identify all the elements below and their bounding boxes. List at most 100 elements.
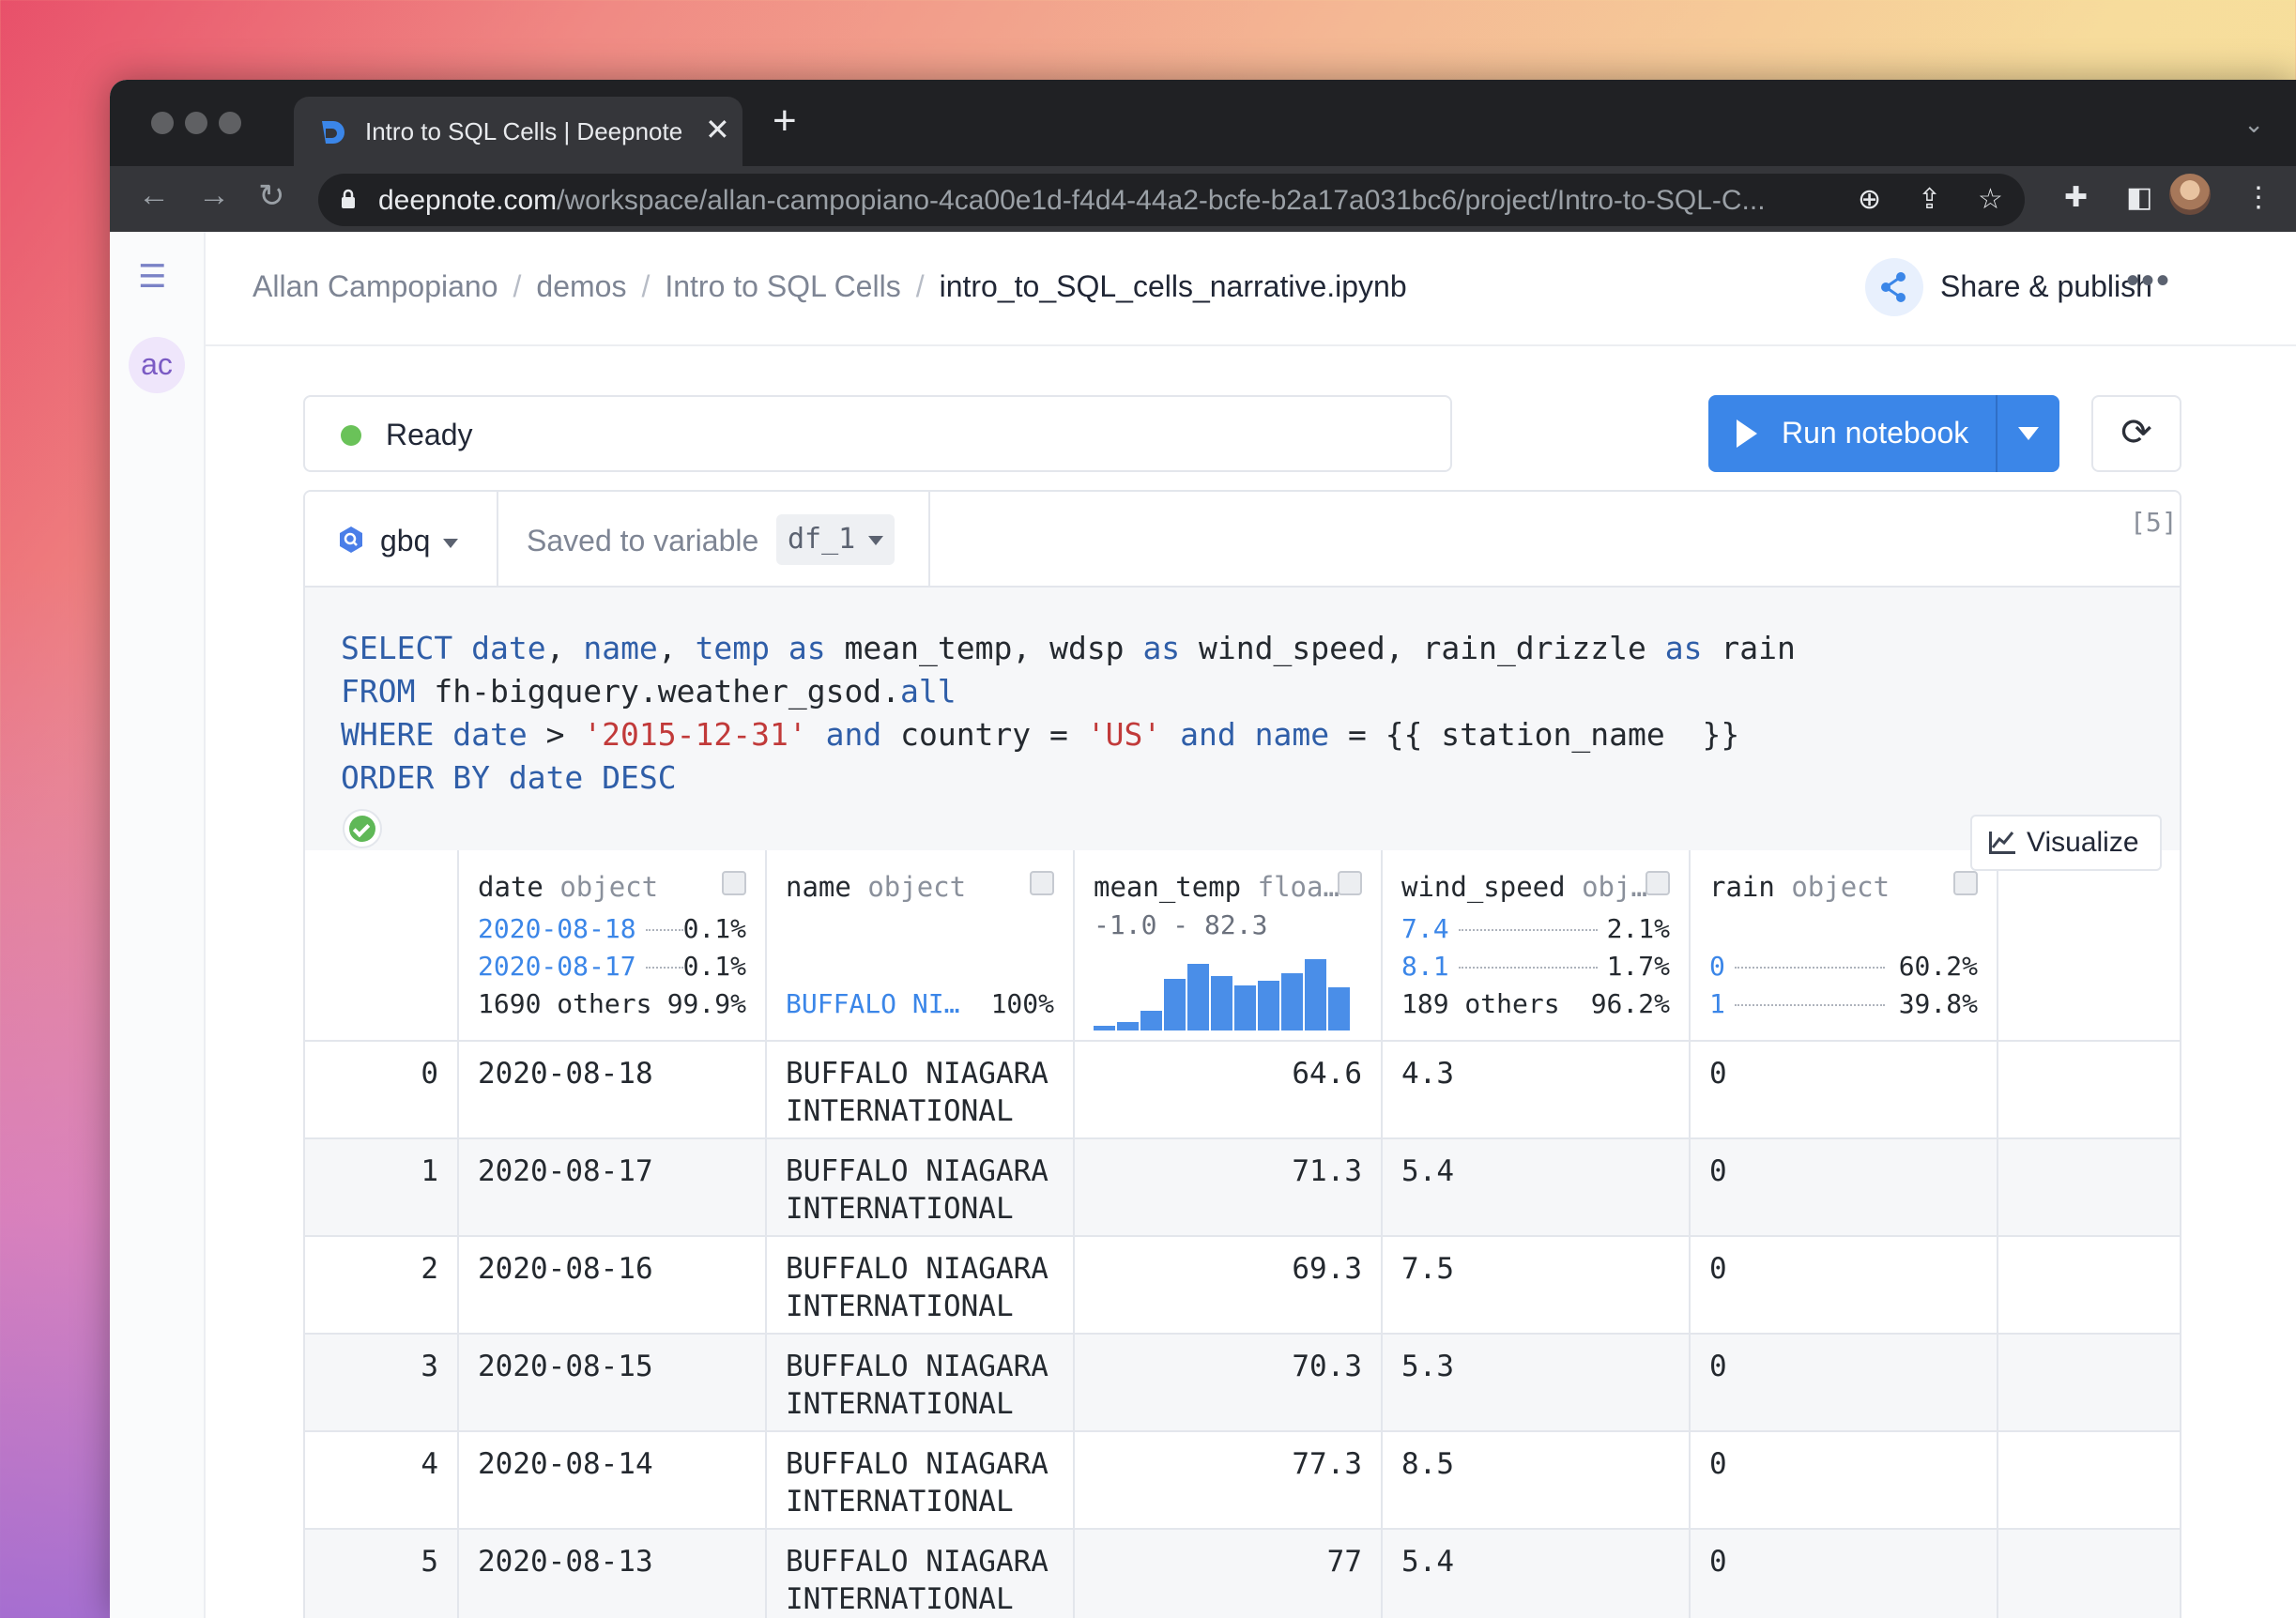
variable-name: df_1 [788, 523, 856, 556]
table-cell-rain: 0 [1689, 1530, 1997, 1618]
address-bar[interactable]: deepnote.com/workspace/allan-campopiano-… [318, 174, 2025, 226]
toolbar-divider [497, 492, 498, 588]
histogram-bar [1164, 979, 1186, 1030]
column-header-wind-speed[interactable]: wind_speed obj… 7.4 2.1% 8.1 1.7% 189 othe… [1381, 850, 1689, 1042]
cell-value: BUFFALO NIAGARA INTERNATIONAL [786, 1252, 1049, 1323]
visualize-button[interactable]: Visualize [1970, 815, 2162, 871]
profile-avatar-icon[interactable] [2169, 174, 2211, 215]
share-publish-button[interactable]: Share & publish [1940, 269, 2152, 304]
table-row[interactable]: 2 2020-08-16 BUFFALO NIAGARA INTERNATIONAL… [305, 1237, 2180, 1335]
table-cell-spacer [1997, 1237, 2180, 1335]
sql-cell-toolbar: gbq Saved to variable df_1 [5] [305, 492, 2180, 588]
breadcrumb-current-file: intro_to_SQL_cells_narrative.ipynb [939, 269, 1407, 303]
table-cell-date: 2020-08-18 [457, 1042, 765, 1139]
column-name: name object [786, 871, 967, 903]
table-cell-mean-temp: 77.3 [1073, 1432, 1381, 1530]
notebook-header: Allan Campopiano / demos / Intro to SQL Cell… [206, 232, 2296, 346]
window-minimize-dot[interactable] [185, 112, 207, 134]
column-menu-chevron-down-icon[interactable] [1953, 871, 1978, 895]
table-cell-mean-temp: 69.3 [1073, 1237, 1381, 1335]
table-row[interactable]: 3 2020-08-15 BUFFALO NIAGARA INTERNATIONAL… [305, 1335, 2180, 1432]
cell-value: 2 [421, 1252, 438, 1286]
extensions-icon[interactable]: ✚ [2064, 181, 2088, 214]
more-options-icon[interactable]: ••• [2126, 260, 2171, 302]
restart-kernel-button[interactable]: ⟳ [2091, 395, 2181, 472]
run-notebook-button[interactable]: Run notebook [1708, 395, 2059, 472]
cell-value: 8.5 [1401, 1447, 1454, 1481]
cell-value: 77 [1326, 1545, 1362, 1579]
histogram-bar [1328, 987, 1350, 1030]
cell-value: 69.3 [1292, 1252, 1362, 1286]
share-icon[interactable] [1865, 258, 1923, 316]
cell-value: 71.3 [1292, 1154, 1362, 1188]
bigquery-icon [340, 527, 362, 553]
column-menu-chevron-down-icon[interactable] [722, 871, 746, 895]
notebook-status-bar: Ready [303, 395, 1452, 472]
back-icon[interactable]: ← [138, 177, 170, 214]
cell-value: BUFFALO NIAGARA INTERNATIONAL [786, 1350, 1049, 1421]
cell-value: BUFFALO NIAGARA INTERNATIONAL [786, 1545, 1049, 1616]
window-close-dot[interactable] [151, 112, 174, 134]
browser-toolbar: ← → ↻ deepnote.com/workspace/allan-campo… [110, 166, 2296, 232]
breadcrumb-item-workspace[interactable]: Allan Campopiano [253, 269, 498, 303]
column-stat-row: 189 others 96.2% [1401, 988, 1670, 1019]
share-page-icon[interactable]: ⇪ [1918, 183, 1941, 216]
browser-menu-icon[interactable]: ⋮ [2244, 181, 2273, 214]
run-options-chevron-down-icon[interactable] [2018, 427, 2039, 440]
column-menu-chevron-down-icon[interactable] [1030, 871, 1054, 895]
chart-line-icon [1989, 832, 2015, 854]
mean-temp-histogram [1094, 959, 1350, 1030]
bookmark-star-icon[interactable]: ☆ [1978, 183, 2003, 216]
reload-icon[interactable]: ↻ [258, 177, 285, 215]
cell-value: 64.6 [1292, 1057, 1362, 1091]
window-zoom-dot[interactable] [219, 112, 241, 134]
deepnote-logo-icon [322, 121, 344, 144]
column-menu-chevron-down-icon[interactable] [1645, 871, 1670, 895]
table-cell-date: 2020-08-13 [457, 1530, 765, 1618]
sql-editor[interactable]: SELECT date, name, temp as mean_temp, wd… [305, 588, 2180, 850]
variable-name-selector[interactable]: df_1 [776, 514, 895, 565]
table-row[interactable]: 5 2020-08-13 BUFFALO NIAGARA INTERNATIONAL… [305, 1530, 2180, 1618]
table-cell-rain: 0 [1689, 1237, 1997, 1335]
breadcrumb-separator: / [513, 269, 522, 303]
column-header-date[interactable]: date object 2020-08-18 0.1% 2020-08-17 0.1… [457, 850, 765, 1042]
column-menu-chevron-down-icon[interactable] [1338, 871, 1362, 895]
column-header-spacer [1997, 850, 2180, 1042]
table-cell-mean-temp: 71.3 [1073, 1139, 1381, 1237]
connection-selector[interactable]: gbq [380, 524, 459, 558]
sidebar-toggle-icon[interactable]: ☰ [138, 258, 166, 296]
breadcrumb: Allan Campopiano / demos / Intro to SQL Cell… [253, 269, 1407, 304]
cell-value: 0 [1709, 1350, 1727, 1383]
new-tab-icon[interactable]: + [773, 100, 797, 142]
left-sidebar: ☰ ac [110, 232, 206, 1618]
column-range: -1.0 - 82.3 [1094, 909, 1268, 940]
cell-value: BUFFALO NIAGARA INTERNATIONAL [786, 1447, 1049, 1519]
column-header-mean-temp[interactable]: mean_temp floa… -1.0 - 82.3 [1073, 850, 1381, 1042]
table-cell-idx: 1 [305, 1139, 457, 1237]
table-cell-spacer [1997, 1432, 2180, 1530]
table-row[interactable]: 1 2020-08-17 BUFFALO NIAGARA INTERNATIONAL… [305, 1139, 2180, 1237]
tab-search-icon[interactable]: ⌄ [2243, 110, 2264, 139]
table-row[interactable]: 0 2020-08-18 BUFFALO NIAGARA INTERNATIONAL… [305, 1042, 2180, 1139]
forward-icon[interactable]: → [198, 177, 230, 214]
column-header-name[interactable]: name object BUFFALO NI… 100% [765, 850, 1073, 1042]
breadcrumb-item-folder[interactable]: demos [536, 269, 626, 303]
cell-value: 5.3 [1401, 1350, 1454, 1383]
column-header-rain[interactable]: rain object 0 60.2% 1 39.8% [1689, 850, 1997, 1042]
browser-tab[interactable]: Intro to SQL Cells | Deepnote ✕ [294, 97, 742, 166]
zoom-icon[interactable]: ⊕ [1858, 183, 1881, 216]
table-cell-mean-temp: 64.6 [1073, 1042, 1381, 1139]
table-row[interactable]: 4 2020-08-14 BUFFALO NIAGARA INTERNATIONAL… [305, 1432, 2180, 1530]
tab-close-icon[interactable]: ✕ [705, 112, 730, 147]
table-cell-spacer [1997, 1530, 2180, 1618]
column-stat-row: 8.1 1.7% [1401, 951, 1670, 982]
run-notebook-label: Run notebook [1782, 416, 1969, 450]
column-name: date object [478, 871, 659, 903]
workspace-avatar[interactable]: ac [129, 337, 185, 393]
table-cell-date: 2020-08-15 [457, 1335, 765, 1432]
table-cell-date: 2020-08-16 [457, 1237, 765, 1335]
breadcrumb-item-project[interactable]: Intro to SQL Cells [665, 269, 900, 303]
side-panel-icon[interactable]: ◧ [2126, 181, 2152, 214]
histogram-bar [1258, 980, 1279, 1030]
cell-value: 4.3 [1401, 1057, 1454, 1091]
